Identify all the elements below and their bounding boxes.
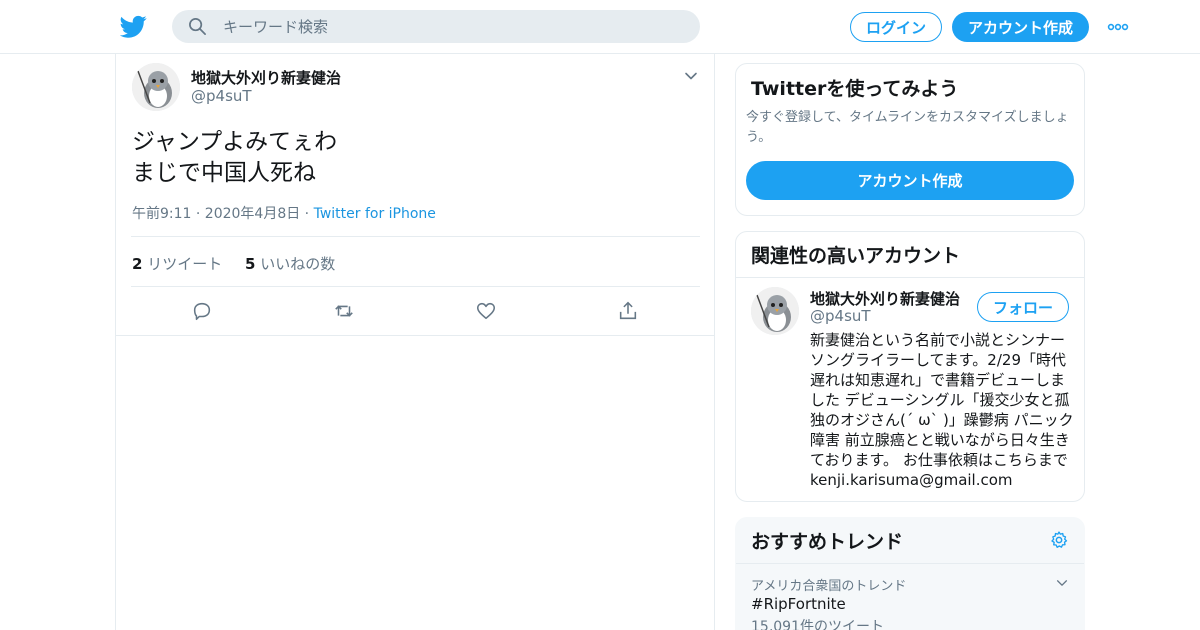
tweet-column: 地獄大外刈り新妻健治 @p4suT ジャンプよみてぇわ まじで中国人死ね 午前9… xyxy=(115,54,715,630)
trend-location: アメリカ合衆国のトレンド xyxy=(751,579,907,594)
meta-separator: · xyxy=(300,206,314,222)
chevron-down-icon[interactable] xyxy=(1055,576,1069,590)
related-account-name[interactable]: 地獄大外刈り新妻健治 xyxy=(810,288,960,309)
retweet-stat[interactable]: 2 リツイート xyxy=(132,255,222,273)
trends-module: おすすめトレンド アメリカ合衆国のトレンド #RipFortnite 15,09… xyxy=(735,517,1085,630)
gear-icon[interactable] xyxy=(1049,530,1069,550)
trends-title: おすすめトレンド xyxy=(751,531,904,553)
tweet-timestamp[interactable]: 午前9:11 · 2020年4月8日 xyxy=(132,206,300,222)
author-avatar[interactable] xyxy=(132,63,180,111)
retweet-count: 2 xyxy=(132,255,143,273)
tweet-stats: 2 リツイート 5 いいねの数 xyxy=(132,253,353,274)
follow-button[interactable]: フォロー xyxy=(977,292,1069,322)
twitter-bird-icon[interactable] xyxy=(120,13,147,40)
author-handle[interactable]: @p4suT xyxy=(191,87,252,105)
more-dots-icon[interactable] xyxy=(1107,18,1129,36)
divider xyxy=(736,277,1084,278)
signup-module-title: Twitterを使ってみよう xyxy=(751,78,959,100)
divider xyxy=(131,286,700,287)
divider xyxy=(131,236,700,237)
like-label: いいねの数 xyxy=(260,255,336,273)
related-account-bio: 新妻健治という名前で小説とシンナーソングライラーしてます。2/29「時代遅れは知… xyxy=(810,331,1074,489)
tweet-text: ジャンプよみてぇわ まじで中国人死ね xyxy=(132,127,337,189)
trend-hashtag[interactable]: #RipFortnite xyxy=(751,595,846,613)
tweet-text-line: まじで中国人死ね xyxy=(132,160,316,186)
tweet-text-line: ジャンプよみてぇわ xyxy=(132,129,338,155)
related-accounts-module: 関連性の高いアカウント 地獄大外刈り新妻健治 @p4suT フォロー 新妻健治と… xyxy=(735,231,1085,502)
retweet-label: リツイート xyxy=(147,255,223,273)
like-count: 5 xyxy=(245,255,256,273)
signup-module: Twitterを使ってみよう 今すぐ登録して、タイムラインをカスタマイズしましょ… xyxy=(735,63,1085,216)
related-account-handle[interactable]: @p4suT xyxy=(810,307,871,325)
reply-icon[interactable] xyxy=(191,300,213,322)
penguin-avatar-icon xyxy=(132,63,180,111)
trend-tweet-count: 15,091件のツイート xyxy=(751,619,884,630)
penguin-avatar-icon xyxy=(751,287,799,335)
divider xyxy=(736,563,1084,564)
signup-module-button[interactable]: アカウント作成 xyxy=(746,161,1074,200)
share-icon[interactable] xyxy=(617,300,639,322)
chevron-down-icon[interactable] xyxy=(683,68,699,84)
tweet-source-link[interactable]: Twitter for iPhone xyxy=(314,206,436,222)
search-icon xyxy=(189,18,206,35)
tweet-metadata: 午前9:11 · 2020年4月8日 · Twitter for iPhone xyxy=(132,203,436,223)
related-accounts-title: 関連性の高いアカウント xyxy=(751,245,961,267)
search-input[interactable] xyxy=(172,10,700,43)
login-button[interactable]: ログイン xyxy=(850,12,942,42)
signup-button[interactable]: アカウント作成 xyxy=(952,12,1089,42)
related-account-avatar[interactable] xyxy=(751,287,799,335)
author-name[interactable]: 地獄大外刈り新妻健治 xyxy=(191,67,341,88)
like-stat[interactable]: 5 いいねの数 xyxy=(245,255,335,273)
top-navigation-bar: ログイン アカウント作成 xyxy=(0,0,1200,54)
heart-icon[interactable] xyxy=(475,300,497,322)
divider xyxy=(116,335,714,336)
retweet-icon[interactable] xyxy=(333,300,355,322)
signup-module-description: 今すぐ登録して、タイムラインをカスタマイズしましょう。 xyxy=(746,110,1069,145)
